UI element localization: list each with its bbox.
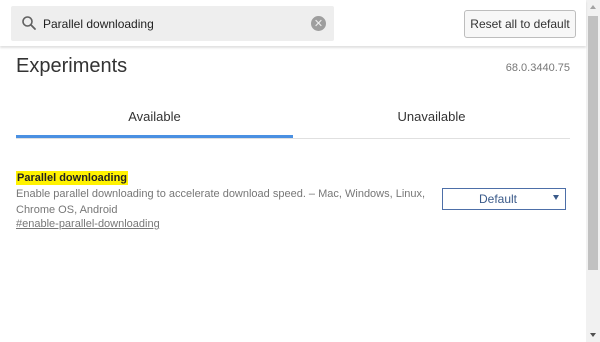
experiment-permalink[interactable]: #enable-parallel-downloading (16, 218, 160, 230)
tab-available[interactable]: Available (16, 98, 293, 138)
scrollbar-thumb[interactable] (588, 16, 598, 270)
search-box[interactable]: ✕ (11, 6, 334, 41)
scroll-up-arrow-icon[interactable] (590, 5, 596, 9)
experiment-description: Enable parallel downloading to accelerat… (16, 188, 426, 216)
experiment-state-select[interactable]: Default (442, 188, 566, 210)
clear-search-icon[interactable]: ✕ (311, 16, 326, 31)
search-input[interactable] (43, 14, 303, 33)
experiment-item: Parallel downloading Enable parallel dow… (16, 168, 570, 230)
reset-all-button[interactable]: Reset all to default (464, 10, 576, 38)
top-toolbar: ✕ Reset all to default (0, 0, 586, 46)
page-title: Experiments (16, 55, 128, 77)
tab-bar: Available Unavailable (16, 98, 570, 139)
search-icon (22, 16, 36, 30)
version-label: 68.0.3440.75 (505, 62, 570, 74)
tab-unavailable[interactable]: Unavailable (293, 98, 570, 135)
scroll-down-arrow-icon[interactable] (590, 333, 596, 337)
experiment-name: Parallel downloading (16, 171, 129, 185)
scrollbar[interactable] (586, 0, 600, 342)
select-value: Default (478, 192, 518, 206)
dropdown-arrow-icon (553, 195, 559, 200)
